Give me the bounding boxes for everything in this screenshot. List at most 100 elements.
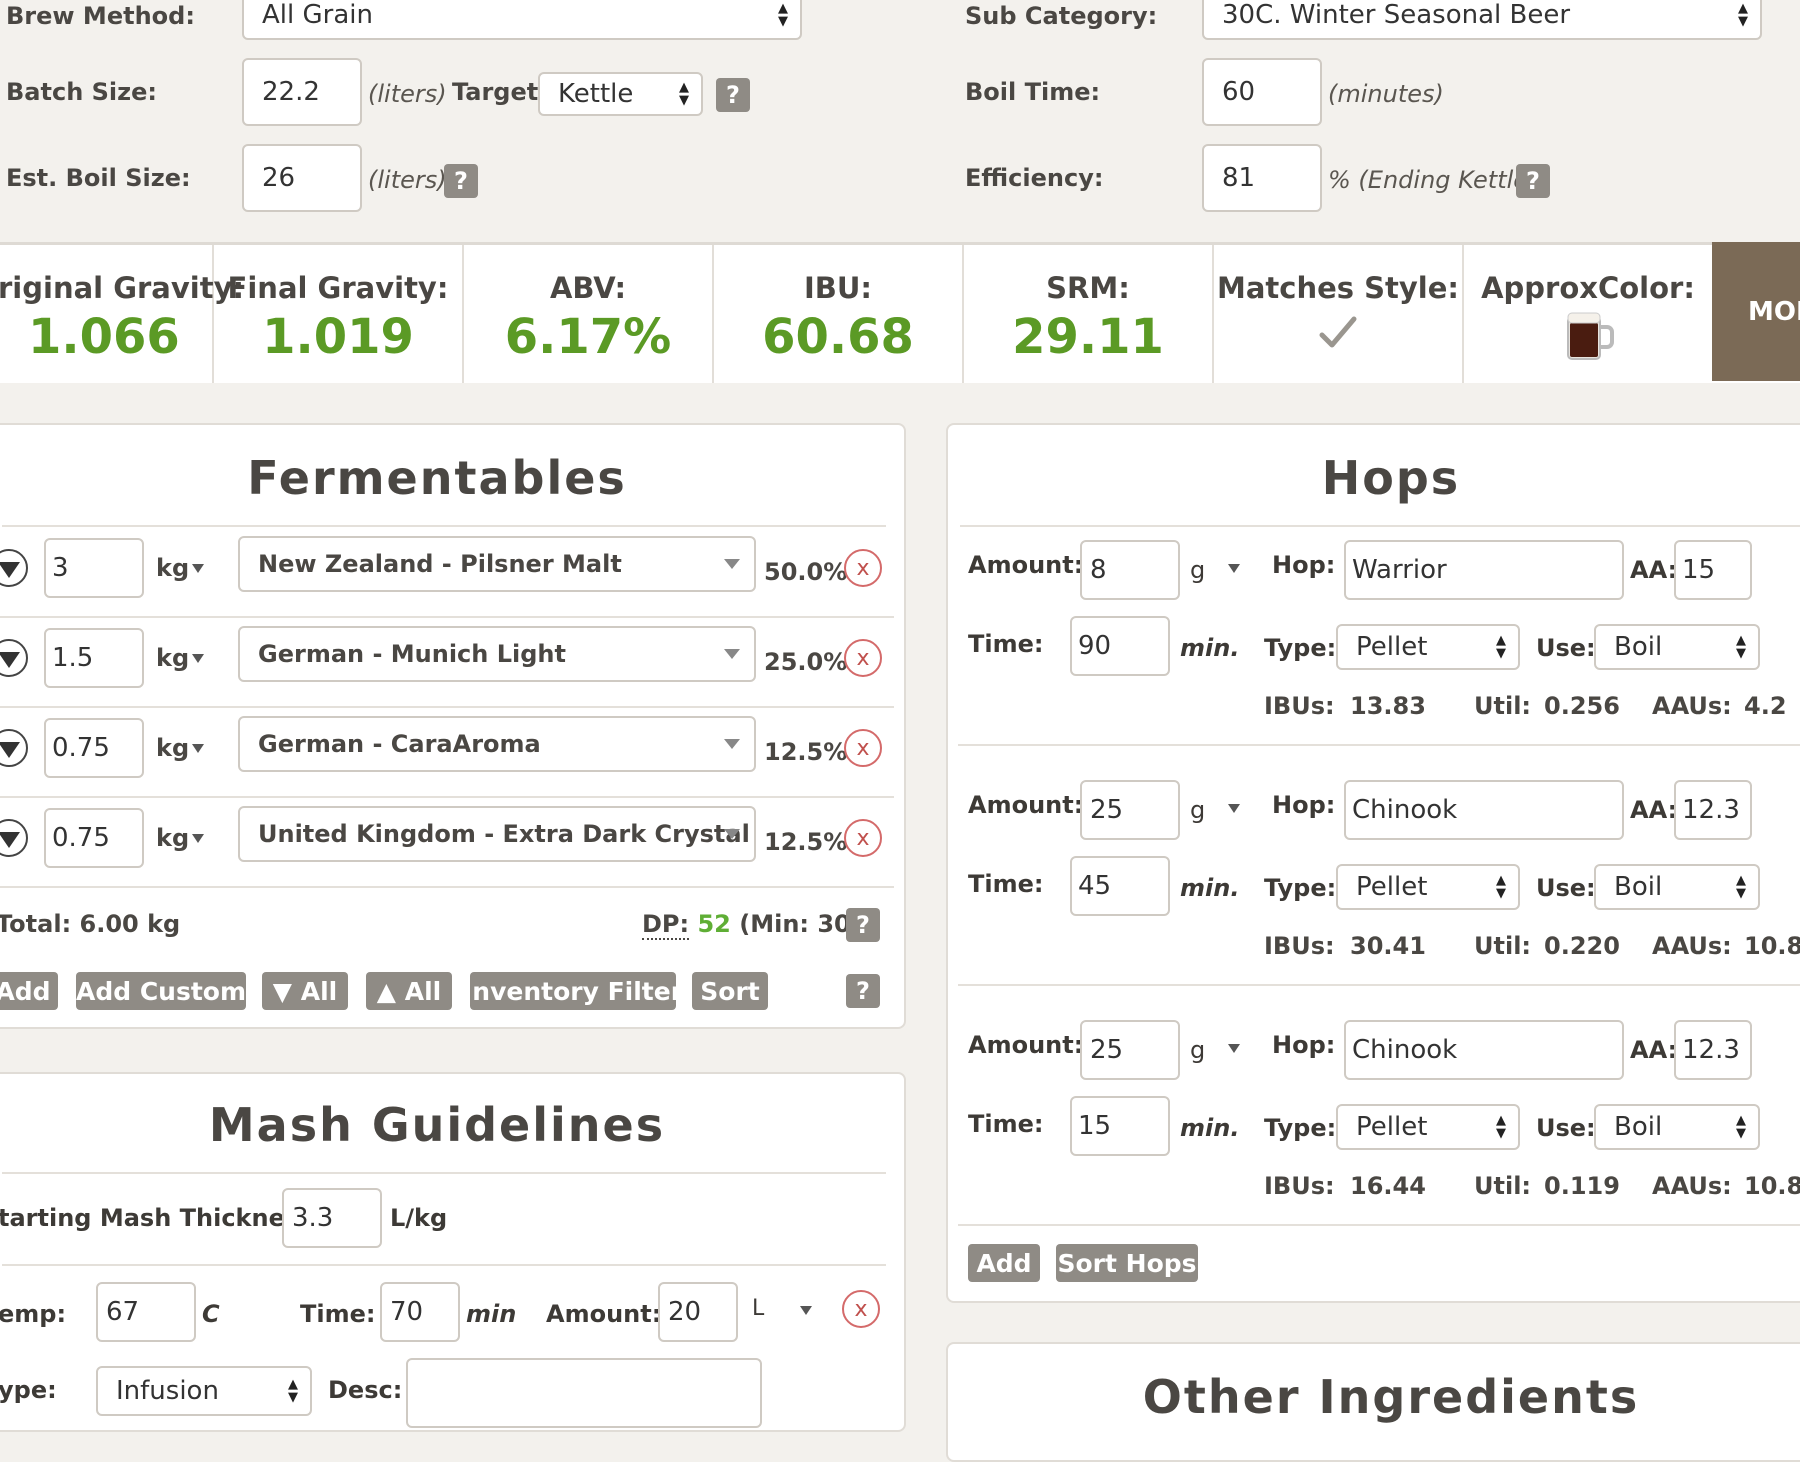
updown-icon: ▲ ▼ — [288, 1377, 298, 1405]
fermentable-amount-input[interactable]: 0.75 — [44, 718, 144, 778]
brew-method-select[interactable]: All Grain ▲ ▼ — [242, 0, 802, 40]
unit-dropdown-icon[interactable] — [192, 744, 204, 753]
add-custom-button[interactable]: Add Custom — [76, 972, 246, 1010]
batch-size-unit: (liters) — [368, 80, 447, 108]
mash-type-label: ype: — [0, 1376, 57, 1404]
add-fermentable-button[interactable]: Add — [0, 972, 58, 1010]
collapse-all-button[interactable]: ▼ All — [262, 972, 348, 1010]
sub-category-select[interactable]: 30C. Winter Seasonal Beer ▲ ▼ — [1202, 0, 1762, 40]
boil-size-input[interactable]: 26 — [242, 144, 362, 212]
divider — [0, 706, 894, 708]
fermentable-name-select[interactable]: New Zealand - Pilsner Malt — [238, 536, 756, 592]
mash-temp-unit: C — [202, 1300, 220, 1328]
unit-dropdown-icon[interactable] — [800, 1306, 812, 1315]
hop-type-select[interactable]: Pellet ▲ ▼ — [1336, 1104, 1520, 1150]
target-select[interactable]: Kettle ▲ ▼ — [538, 72, 703, 116]
divider — [958, 984, 1800, 986]
hop-type-value: Pellet — [1356, 1112, 1428, 1142]
target-label: Target: — [452, 78, 548, 106]
fermentable-amount-input[interactable]: 1.5 — [44, 628, 144, 688]
hop-type-select[interactable]: Pellet ▲ ▼ — [1336, 624, 1520, 670]
dp-value: 52 — [697, 910, 731, 938]
batch-size-input[interactable]: 22.2 — [242, 58, 362, 126]
hop-name-input[interactable]: Chinook — [1344, 1020, 1624, 1080]
mash-temp-input[interactable]: 67 — [96, 1282, 196, 1342]
fermentable-percent: 12.5% — [764, 738, 848, 766]
unit-dropdown-icon[interactable] — [1228, 564, 1240, 573]
hop-aa-input[interactable]: 12.3 — [1674, 780, 1752, 840]
mash-time-label: Time: — [300, 1300, 376, 1328]
hop-aa-input[interactable]: 15 — [1674, 540, 1752, 600]
efficiency-help-button[interactable]: ? — [1516, 164, 1550, 198]
boil-size-help-button[interactable]: ? — [444, 164, 478, 198]
stat-label: IBU: — [803, 271, 873, 305]
sort-hops-button[interactable]: Sort Hops — [1056, 1244, 1198, 1282]
hop-use-select[interactable]: Boil ▲ ▼ — [1594, 1104, 1760, 1150]
unit-dropdown-icon[interactable] — [192, 834, 204, 843]
mash-title: Mash Guidelines — [208, 1098, 666, 1152]
hop-time-unit: min. — [1180, 1114, 1240, 1142]
other-ingredients-panel: Other Ingredients — [946, 1342, 1800, 1462]
fermentable-name-select[interactable]: German - CaraAroma — [238, 716, 756, 772]
hop-amount-input[interactable]: 25 — [1080, 1020, 1180, 1080]
matches-style-label: Matches Style: — [1216, 271, 1459, 305]
hop-util-value: 0.220 — [1544, 932, 1620, 960]
mash-amount-input[interactable]: 20 — [658, 1282, 738, 1342]
fermentable-amount-input[interactable]: 0.75 — [44, 808, 144, 868]
unit-dropdown-icon[interactable] — [192, 654, 204, 663]
mash-thickness-unit: L/kg — [390, 1204, 448, 1232]
fermentable-amount-input[interactable]: 3 — [44, 538, 144, 598]
fermentable-name-select[interactable]: United Kingdom - Extra Dark Crystal 1... — [238, 806, 756, 862]
fermentables-title: Fermentables — [247, 451, 627, 505]
hop-name-value: Chinook — [1352, 1035, 1458, 1065]
efficiency-value: 81 — [1222, 163, 1256, 193]
remove-mash-step-icon[interactable]: x — [842, 1290, 880, 1328]
hop-amount-input[interactable]: 8 — [1080, 540, 1180, 600]
dp-help-button[interactable]: ? — [846, 908, 880, 942]
boil-size-value: 26 — [262, 163, 296, 193]
mash-thickness-input[interactable]: 3.3 — [282, 1188, 382, 1248]
hop-type-select[interactable]: Pellet ▲ ▼ — [1336, 864, 1520, 910]
sort-fermentables-button[interactable]: Sort — [692, 972, 768, 1010]
boil-time-value: 60 — [1222, 77, 1256, 107]
remove-fermentable-icon[interactable]: x — [844, 639, 882, 677]
hop-time-input[interactable]: 45 — [1070, 856, 1170, 916]
hop-aa-input[interactable]: 12.3 — [1674, 1020, 1752, 1080]
hop-aa-label: AA: — [1630, 1036, 1678, 1064]
mash-type-select[interactable]: Infusion ▲ ▼ — [96, 1366, 312, 1416]
stat-original-gravity: riginal Gravity: 1.066 — [0, 245, 244, 383]
mash-thickness-label: tarting Mash Thickness: — [0, 1204, 324, 1232]
more-button[interactable]: MOR — [1712, 242, 1800, 381]
hop-time-input[interactable]: 90 — [1070, 616, 1170, 676]
updown-icon: ▲ ▼ — [1496, 1113, 1506, 1141]
updown-icon: ▲ ▼ — [1496, 873, 1506, 901]
efficiency-input[interactable]: 81 — [1202, 144, 1322, 212]
add-hop-button[interactable]: Add — [968, 1244, 1040, 1282]
remove-fermentable-icon[interactable]: x — [844, 549, 882, 587]
hop-use-select[interactable]: Boil ▲ ▼ — [1594, 864, 1760, 910]
divider — [2, 1264, 886, 1266]
hop-name-input[interactable]: Chinook — [1344, 780, 1624, 840]
batch-help-button[interactable]: ? — [716, 78, 750, 112]
hop-use-select[interactable]: Boil ▲ ▼ — [1594, 624, 1760, 670]
hop-name-input[interactable]: Warrior — [1344, 540, 1624, 600]
fermentable-name-select[interactable]: German - Munich Light — [238, 626, 756, 682]
hop-aa-value: 15 — [1682, 555, 1716, 585]
expand-all-button[interactable]: ▲ All — [366, 972, 452, 1010]
unit-dropdown-icon[interactable] — [192, 564, 204, 573]
mash-desc-input[interactable] — [406, 1358, 762, 1428]
inventory-filter-button[interactable]: Inventory Filter — [463, 972, 683, 1010]
remove-fermentable-icon[interactable]: x — [844, 819, 882, 857]
remove-fermentable-icon[interactable]: x — [844, 729, 882, 767]
hop-time-label: Time: — [968, 630, 1044, 658]
boil-time-input[interactable]: 60 — [1202, 58, 1322, 126]
unit-dropdown-icon[interactable] — [1228, 804, 1240, 813]
hop-amount-label: Amount: — [968, 1031, 1084, 1059]
unit-dropdown-icon[interactable] — [1228, 1044, 1240, 1053]
hop-aa-label: AA: — [1630, 796, 1678, 824]
fermentables-help-button[interactable]: ? — [846, 974, 880, 1008]
hop-amount-input[interactable]: 25 — [1080, 780, 1180, 840]
mash-time-input[interactable]: 70 — [380, 1282, 460, 1342]
hop-amount-unit: g — [1190, 1036, 1206, 1064]
hop-time-input[interactable]: 15 — [1070, 1096, 1170, 1156]
